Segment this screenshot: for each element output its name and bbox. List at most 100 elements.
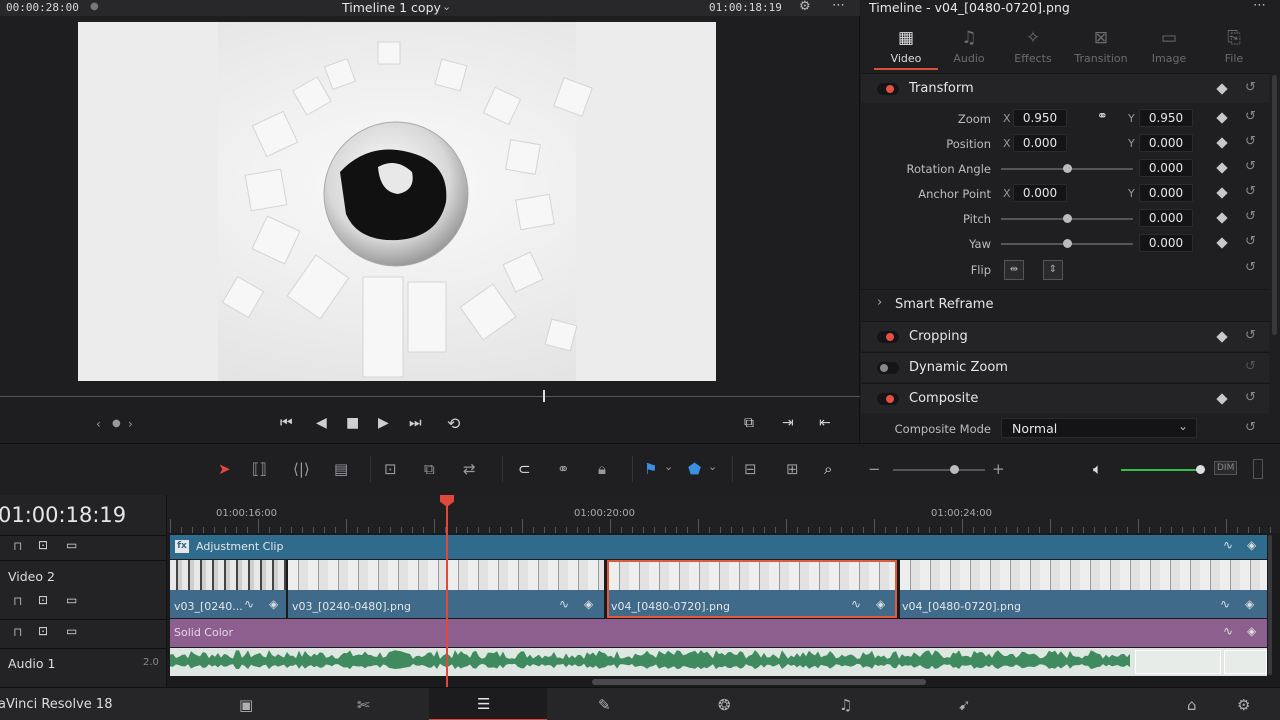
linked-selection-icon[interactable]: ⚭ — [557, 460, 570, 478]
video-clip-selected[interactable]: v04_[0480-0720].png ∿ ◈ — [607, 560, 897, 618]
keyframe-icon[interactable]: ◈ — [584, 597, 593, 611]
keyframe-icon[interactable] — [1216, 212, 1228, 224]
inspector-scrollbar[interactable] — [1272, 75, 1277, 335]
snapping-icon[interactable]: ⊂ — [518, 460, 531, 478]
trim-tool-icon[interactable]: ⟦⟧ — [252, 460, 267, 478]
match-frame-icon[interactable]: ⧉ — [744, 415, 754, 431]
tab-transition[interactable]: ⊠ Transition — [1068, 28, 1134, 65]
track-visible-icon[interactable]: ▭ — [66, 593, 77, 607]
zoom-y-field[interactable]: 0.950 — [1139, 109, 1193, 127]
go-to-end-icon[interactable]: ⏭ — [409, 415, 422, 431]
prev-edit-icon[interactable]: ⇤ — [819, 415, 831, 431]
reset-icon[interactable]: ↺ — [1245, 420, 1256, 435]
pitch-field[interactable]: 0.000 — [1139, 209, 1193, 227]
dynamic-trim-icon[interactable]: ⟨|⟩ — [293, 460, 310, 478]
loop-icon[interactable]: ⟲ — [447, 414, 460, 433]
timeline[interactable]: 01:00:18:19 ⊓ ⊡ ▭ Video 2 ⊓ ⊡ ▭ ⊓ ⊡ ▭ Au… — [0, 495, 1280, 687]
keyframe-icon[interactable]: ◈ — [269, 597, 278, 611]
timeline-ruler[interactable]: 01:00:16:00 01:00:20:00 01:00:24:00 — [167, 495, 1280, 533]
viewer-scrubber-track[interactable] — [0, 396, 860, 397]
cropping-section-header[interactable]: Cropping ↺ — [861, 321, 1269, 351]
viewer-scrubber-handle[interactable] — [543, 390, 545, 402]
transform-toggle[interactable] — [877, 83, 899, 95]
anchor-x-field[interactable]: 0.000 — [1013, 184, 1067, 202]
full-extent-zoom-icon[interactable]: ⊟ — [744, 460, 757, 478]
composite-mode-select[interactable]: Normal ⌄ — [1001, 418, 1197, 438]
keyframe-icon[interactable]: ◈ — [1247, 624, 1256, 638]
tab-audio[interactable]: ♫ Audio — [936, 28, 1002, 65]
reset-icon[interactable]: ↺ — [1245, 390, 1256, 405]
insert-clip-icon[interactable]: ⊡ — [384, 460, 397, 478]
chevron-down-icon[interactable]: ⌄ — [664, 460, 673, 473]
marker-icon[interactable]: ⬟ — [688, 460, 701, 478]
dim-button[interactable]: DIM — [1214, 461, 1238, 475]
position-x-field[interactable]: 0.000 — [1013, 134, 1067, 152]
lock-icon[interactable]: ⊓ — [13, 594, 22, 608]
volume-slider[interactable] — [1121, 469, 1201, 471]
curve-icon[interactable]: ∿ — [851, 597, 861, 611]
keyframe-icon[interactable]: ◈ — [1247, 538, 1256, 552]
jog-dot-icon[interactable]: ● — [112, 418, 121, 429]
keyframe-icon[interactable] — [1216, 83, 1228, 95]
fusion-page-icon[interactable]: ✎ — [598, 696, 611, 714]
jog-right-icon[interactable]: › — [128, 417, 133, 431]
cropping-toggle[interactable] — [877, 331, 899, 343]
keyframe-icon[interactable]: ◈ — [876, 597, 885, 611]
inspector-more-icon[interactable]: ⋯ — [1253, 0, 1266, 13]
chevron-down-icon[interactable]: ⌄ — [442, 0, 451, 13]
curve-icon[interactable]: ∿ — [1223, 624, 1233, 638]
keyframe-icon[interactable] — [1216, 162, 1228, 174]
home-icon[interactable]: ⌂ — [1187, 696, 1197, 714]
reset-icon[interactable]: ↺ — [1245, 234, 1256, 249]
keyframe-icon[interactable] — [1216, 393, 1228, 405]
flip-vertical-button[interactable]: ⇕ — [1043, 260, 1063, 280]
lock-icon[interactable]: ⊓ — [13, 625, 22, 639]
anchor-y-field[interactable]: 0.000 — [1139, 184, 1193, 202]
overwrite-clip-icon[interactable]: ⧉ — [424, 460, 435, 478]
dynamic-zoom-section-header[interactable]: Dynamic Zoom ↺ — [861, 352, 1269, 382]
keyframe-icon[interactable]: ◈ — [1245, 597, 1254, 611]
solid-color-clip[interactable]: Solid Color ∿ ◈ — [170, 619, 1267, 647]
play-reverse-icon[interactable]: ◀ — [316, 415, 327, 431]
flip-horizontal-button[interactable]: ⇹ — [1004, 260, 1024, 280]
zoom-out-icon[interactable]: − — [868, 460, 881, 478]
auto-select-icon[interactable]: ⊡ — [38, 538, 48, 552]
flag-icon[interactable]: ⚑ — [644, 460, 657, 478]
video-clip[interactable]: v03_[0240... ∿ ◈ — [170, 560, 286, 618]
edit-page-tab[interactable]: ☰ — [429, 688, 547, 720]
keyframe-icon[interactable] — [1216, 237, 1228, 249]
rotation-field[interactable]: 0.000 — [1139, 159, 1193, 177]
reset-icon[interactable]: ↺ — [1245, 80, 1256, 95]
blade-tool-icon[interactable]: ▤ — [334, 460, 348, 478]
yaw-field[interactable]: 0.000 — [1139, 234, 1193, 252]
workspace-icon[interactable]: ⚙ — [799, 0, 811, 14]
timeline-scrollbar[interactable] — [592, 679, 926, 685]
reset-icon[interactable]: ↺ — [1245, 184, 1256, 199]
pitch-slider-handle[interactable] — [1063, 214, 1072, 223]
reset-icon[interactable]: ↺ — [1245, 159, 1256, 174]
tab-file[interactable]: ⎘ File — [1201, 28, 1267, 65]
next-edit-icon[interactable]: ⇥ — [782, 415, 794, 431]
more-options-icon[interactable]: ⋯ — [832, 0, 845, 13]
play-icon[interactable]: ▶ — [378, 415, 389, 431]
curve-icon[interactable]: ∿ — [1220, 597, 1230, 611]
viewer-frame[interactable] — [78, 22, 716, 381]
rotation-slider-handle[interactable] — [1063, 164, 1072, 173]
video-clip[interactable]: v04_[0480-0720].png ∿ ◈ — [900, 560, 1267, 618]
playhead[interactable] — [446, 495, 448, 687]
smart-reframe-section-header[interactable]: › Smart Reframe — [861, 289, 1269, 319]
reset-icon[interactable]: ↺ — [1245, 359, 1256, 374]
stop-icon[interactable]: ■ — [346, 415, 359, 431]
curve-icon[interactable]: ∿ — [1223, 538, 1233, 552]
audio-clip[interactable] — [170, 648, 1267, 676]
composite-toggle[interactable] — [877, 393, 899, 405]
yaw-slider-handle[interactable] — [1063, 239, 1072, 248]
link-icon[interactable]: ⚭ — [1097, 109, 1108, 124]
track-visible-icon[interactable]: ▭ — [66, 538, 77, 552]
cut-page-icon[interactable]: ✄ — [357, 696, 370, 714]
deliver-page-icon[interactable]: ➹ — [958, 696, 971, 714]
zoom-in-icon[interactable]: + — [992, 460, 1005, 478]
curve-icon[interactable]: ∿ — [559, 597, 569, 611]
reset-icon[interactable]: ↺ — [1245, 260, 1256, 275]
auto-select-icon[interactable]: ⊡ — [38, 624, 48, 638]
